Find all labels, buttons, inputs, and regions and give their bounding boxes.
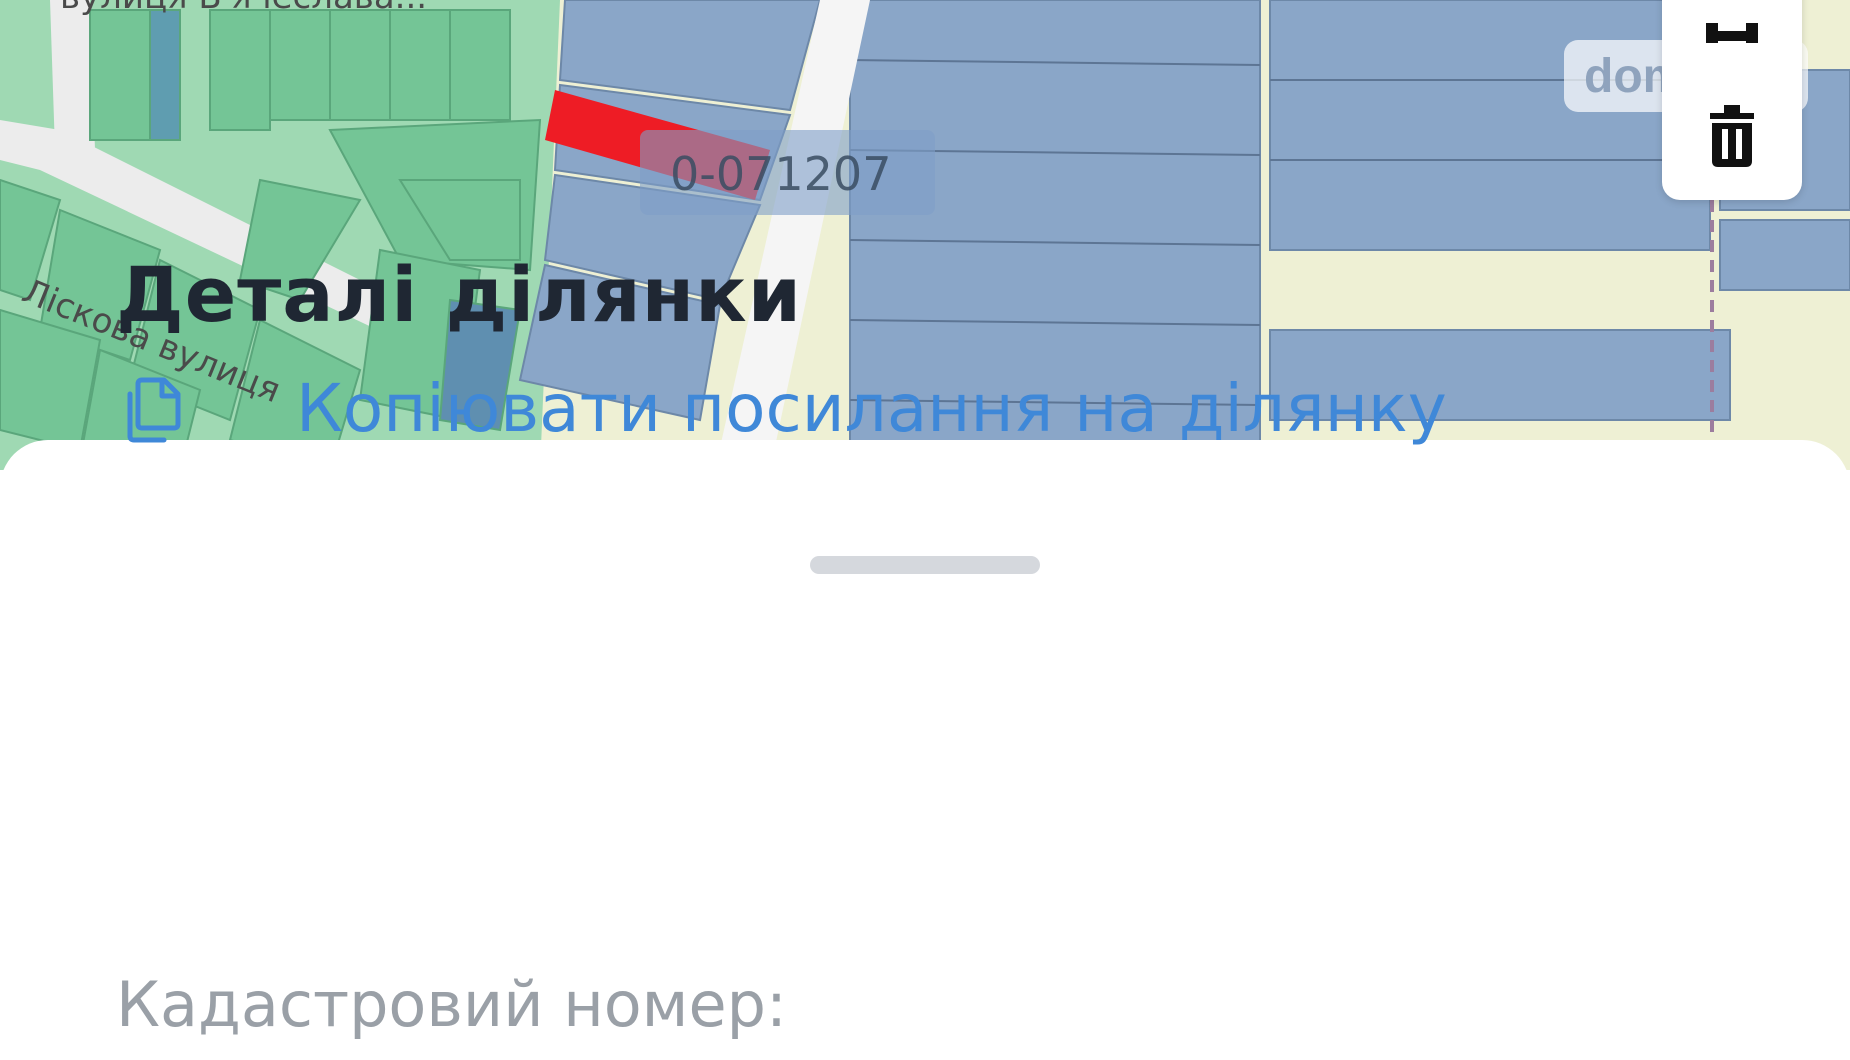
sheet-drag-handle[interactable] <box>810 556 1040 574</box>
cadastral-number-label: Кадастровий номер: <box>116 968 787 1041</box>
polygon-icon <box>1706 23 1758 43</box>
parcel-number-label: 0-071207 <box>670 147 891 201</box>
map-tool-panel <box>1662 0 1802 200</box>
copy-link-label: Копіювати посилання на ділянку <box>296 370 1447 447</box>
parcel-details-sheet <box>0 440 1850 1060</box>
street-label-top: вулиця В'ячеслава... <box>60 0 427 17</box>
draw-tool-button[interactable] <box>1662 0 1802 80</box>
copy-icon <box>127 377 181 442</box>
sheet-title: Деталі ділянки <box>116 250 802 339</box>
copy-link-button[interactable]: Копіювати посилання на ділянку <box>122 370 1447 447</box>
delete-tool-button[interactable] <box>1662 80 1802 190</box>
trash-icon <box>1710 105 1754 167</box>
